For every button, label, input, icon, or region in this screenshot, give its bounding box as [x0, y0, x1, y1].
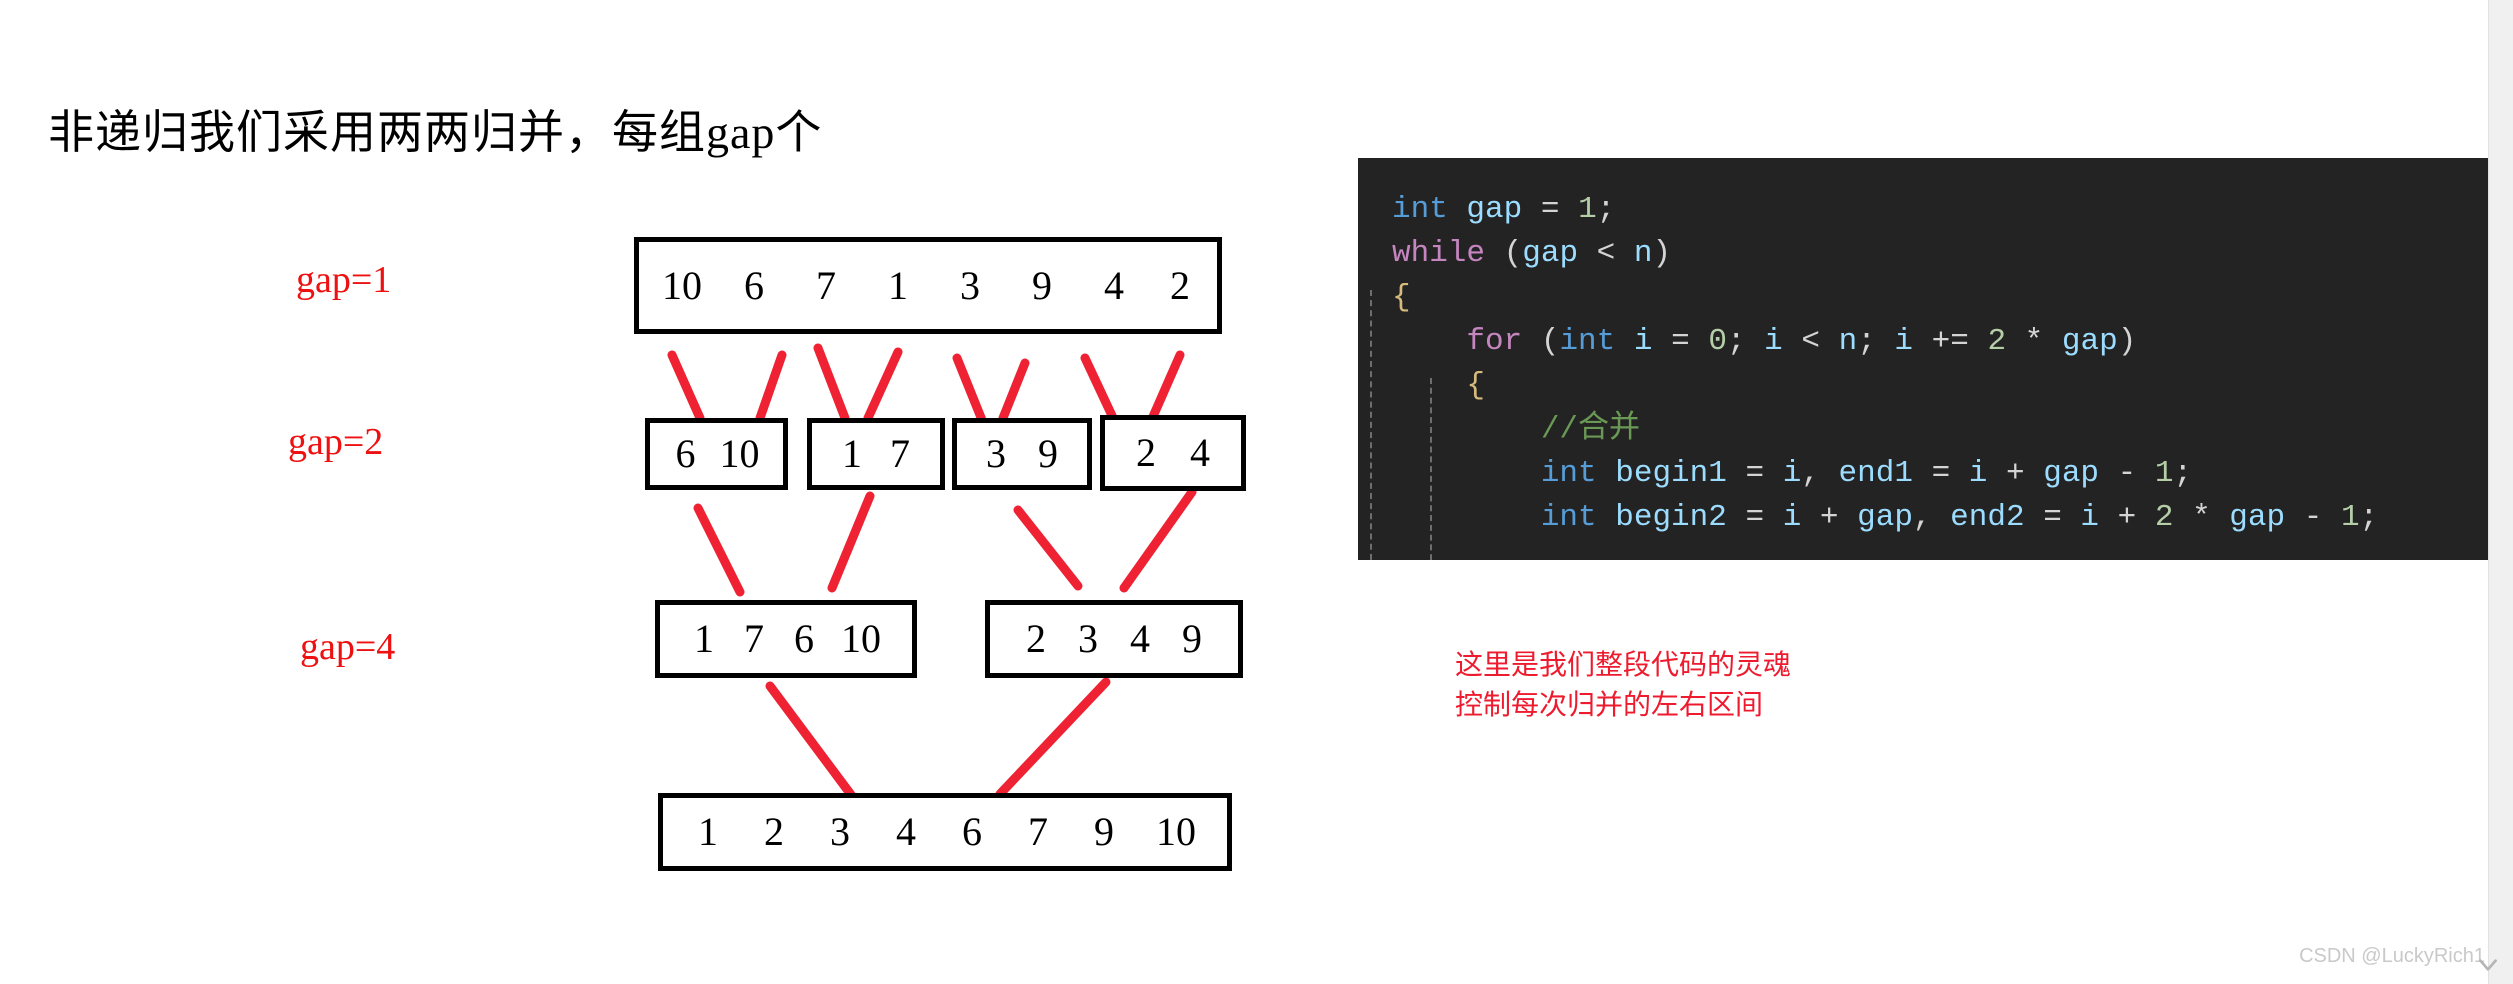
code-line-3: {: [1392, 280, 1411, 315]
array-box-row2-1: 1 7: [807, 418, 945, 490]
cell: 6: [744, 262, 764, 308]
code-line-6: //合并: [1540, 412, 1641, 447]
cell: 4: [896, 809, 916, 854]
cell: 6: [794, 616, 814, 661]
cells: 6 10: [663, 434, 771, 474]
cells: 3 9: [970, 434, 1074, 474]
cell: 7: [816, 262, 836, 308]
code-line-2: while (gap < n): [1392, 236, 1672, 271]
arrow-r1-c-left: [952, 353, 987, 425]
cell: 9: [1182, 616, 1202, 661]
arrow-r2-b-left: [1013, 505, 1083, 591]
array-box-row3-1: 2 3 4 9: [985, 600, 1243, 678]
cell: 1: [888, 262, 908, 308]
cell: 9: [1094, 809, 1114, 854]
code-line-1: int gap = 1;: [1392, 192, 1616, 227]
arrow-r2-a-left: [693, 503, 745, 597]
code-line-8: int begin2 = i + gap, end2 = i + 2 * gap…: [1540, 500, 2379, 535]
annotation-line-2: 控制每次归并的左右区间: [1455, 689, 1764, 720]
right-panel-seam: [2488, 0, 2513, 984]
cells: 1 7: [828, 434, 924, 474]
cell: 10: [1156, 809, 1196, 854]
arrow-r1-b-left: [813, 343, 850, 423]
cells: 2 4: [1119, 433, 1227, 473]
array-box-row3-0: 1 7 6 10: [655, 600, 917, 678]
merge-sort-diagram: gap=1 gap=2 gap=4 10 6 7 1 3 9 4 2 6 10 …: [0, 0, 1340, 984]
cell: 3: [986, 431, 1006, 476]
cell: 2: [1136, 430, 1156, 475]
cell: 1: [842, 431, 862, 476]
cell: 7: [890, 431, 910, 476]
code-content: int gap = 1; while (gap < n) { for (int …: [1358, 158, 2490, 560]
cell: 7: [744, 616, 764, 661]
cell: 3: [960, 262, 980, 308]
cell: 1: [694, 616, 714, 661]
cell: 4: [1190, 430, 1210, 475]
arrow-r2-b-right: [1119, 487, 1197, 593]
cell: 4: [1130, 616, 1150, 661]
arrow-r1-c-right: [998, 358, 1030, 423]
cell: 6: [675, 431, 696, 476]
array-box-row2-0: 6 10: [645, 418, 788, 490]
cells: 10 6 7 1 3 9 4 2: [646, 262, 1210, 308]
cell: 10: [662, 262, 702, 308]
array-box-row2-2: 3 9: [952, 418, 1092, 490]
cells: 1 2 3 4 6 7 9 10: [675, 812, 1215, 852]
code-line-4: for (int i = 0; i < n; i += 2 * gap): [1466, 324, 2137, 359]
cell: 9: [1032, 262, 1052, 308]
indent-guide-1: [1370, 290, 1372, 560]
arrow-r3-right: [995, 677, 1111, 799]
cell: 4: [1104, 262, 1124, 308]
arrow-r1-d-left: [1080, 353, 1120, 427]
annotation-line-1: 这里是我们整段代码的灵魂: [1455, 649, 1792, 680]
cells: 2 3 4 9: [1010, 619, 1218, 659]
gap-label-1: gap=1: [296, 259, 392, 301]
arrow-r3-left: [765, 681, 857, 801]
cell: 3: [830, 809, 850, 854]
code-block[interactable]: int gap = 1; while (gap < n) { for (int …: [1358, 158, 2490, 560]
watermark: CSDN @LuckyRich1: [2299, 945, 2485, 967]
arrow-r2-a-right: [827, 491, 875, 593]
cell: 2: [1026, 616, 1046, 661]
cell: 3: [1078, 616, 1098, 661]
chevron-down-icon[interactable]: [2475, 952, 2501, 978]
array-box-row2-3: 2 4: [1100, 415, 1246, 491]
cell: 2: [764, 809, 784, 854]
cell: 2: [1170, 262, 1190, 308]
cell: 10: [719, 431, 760, 476]
annotation-note: 这里是我们整段代码的灵魂 控制每次归并的左右区间: [1455, 645, 1791, 725]
arrow-r1-a-right: [755, 350, 787, 423]
cell: 10: [841, 616, 881, 661]
array-box-row1-0: 10 6 7 1 3 9 4 2: [634, 237, 1222, 334]
arrow-r1-a-left: [667, 350, 705, 423]
code-line-5: {: [1466, 368, 1486, 403]
cell: 6: [962, 809, 982, 854]
gap-label-4: gap=4: [300, 626, 396, 668]
cell: 9: [1038, 431, 1058, 476]
gap-label-2: gap=2: [288, 421, 384, 463]
array-box-row4-0: 1 2 3 4 6 7 9 10: [658, 793, 1232, 871]
arrow-r1-b-right: [863, 347, 903, 423]
code-line-7: int begin1 = i, end1 = i + gap - 1;: [1540, 456, 2193, 491]
cells: 1 7 6 10: [679, 619, 893, 659]
cell: 7: [1028, 809, 1048, 854]
cell: 1: [698, 809, 718, 854]
